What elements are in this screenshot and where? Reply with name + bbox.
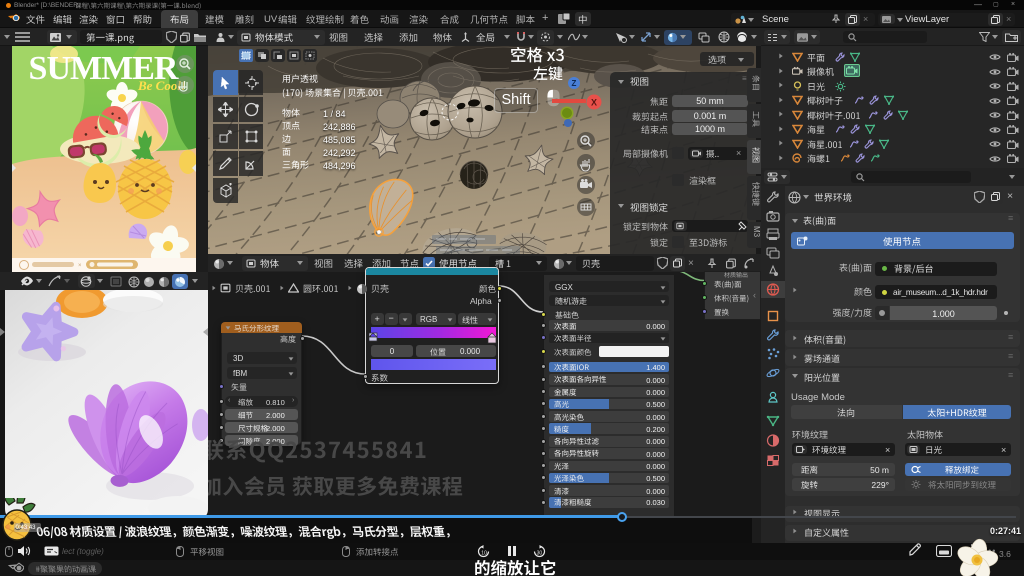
svg-text:Z: Z (572, 79, 577, 88)
svg-text:X: X (591, 98, 597, 108)
svg-text:10: 10 (481, 551, 487, 557)
svg-text:×: × (78, 263, 82, 269)
svg-text:30: 30 (537, 551, 543, 557)
